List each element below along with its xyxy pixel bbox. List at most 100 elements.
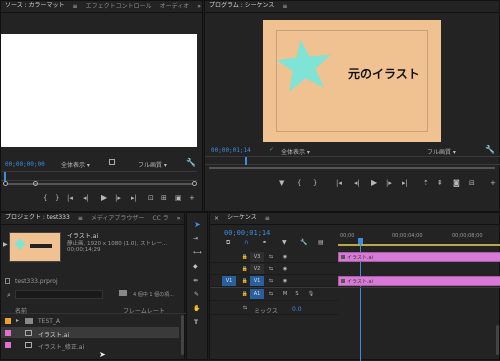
source-quality-dropdown[interactable]: フル画質 ▾ (138, 160, 167, 169)
tab-menu-icon[interactable]: ≡ (69, 1, 82, 12)
mix-value[interactable]: 0.0 (292, 306, 302, 313)
star-shape[interactable] (277, 36, 337, 96)
sync-lock-icon[interactable]: ⇆ (264, 264, 278, 274)
program-quality-dropdown[interactable]: フル画質 ▾ (427, 147, 456, 156)
go-to-in-icon[interactable]: |◂ (67, 194, 73, 203)
new-bin-icon[interactable] (119, 290, 127, 296)
mark-in-icon[interactable]: { (43, 194, 47, 203)
step-back-icon[interactable]: ◂| (83, 194, 89, 203)
list-item[interactable]: イラスト.ai (1, 327, 179, 339)
type-tool-icon[interactable]: T (194, 319, 198, 327)
comparison-icon[interactable]: ⊟ (469, 179, 475, 188)
source-fit-dropdown[interactable]: 全体表示 ▾ (61, 160, 90, 169)
eye-icon[interactable]: ◉ (278, 252, 292, 262)
solo-button[interactable]: S (290, 289, 304, 299)
slip-tool-icon[interactable]: ⇹ (193, 277, 198, 285)
step-forward-icon[interactable]: |▸ (386, 179, 392, 188)
zoom-handle-left[interactable] (3, 181, 8, 186)
tabs-overflow-icon[interactable]: » (173, 213, 184, 224)
program-zoom-bar[interactable] (209, 167, 495, 169)
source-playhead[interactable] (4, 172, 6, 181)
label-color-swatch[interactable] (5, 342, 11, 348)
insert-icon[interactable]: ⊡ (148, 194, 154, 203)
razor-tool-icon[interactable]: ◆ (193, 263, 198, 271)
hand-tool-icon[interactable]: ✋ (193, 305, 200, 313)
mark-in-icon[interactable]: { (297, 179, 301, 188)
microphone-icon[interactable]: 🎙 (304, 289, 318, 299)
tabs-overflow-icon[interactable]: » (193, 1, 202, 12)
step-back-icon[interactable]: ◂| (354, 179, 360, 188)
track-target[interactable]: V3 (250, 252, 264, 262)
go-to-in-icon[interactable]: |◂ (336, 179, 342, 188)
source-timecode[interactable]: 00;00;00;00 (5, 161, 45, 168)
tab-media-browser[interactable]: メディアブラウザー (87, 213, 149, 224)
sequence-timecode[interactable]: 00;00;01;14 (224, 229, 270, 237)
play-icon[interactable]: ▶ (101, 193, 107, 202)
track-target[interactable]: V1 (250, 276, 264, 286)
program-fit-dropdown[interactable]: 全体表示 ▾ (281, 147, 310, 156)
overwrite-icon[interactable]: ⊞ (161, 194, 167, 203)
eye-icon[interactable]: ◉ (278, 264, 292, 274)
snap-icon[interactable]: ∩ (244, 239, 248, 247)
track-select-tool-icon[interactable]: ⇥ (193, 235, 198, 243)
captions-icon[interactable]: ▤ (318, 239, 324, 247)
clip[interactable]: イラスト.ai (338, 252, 500, 262)
timeline-scrollbar[interactable] (496, 325, 499, 355)
add-button-icon[interactable]: + (490, 179, 496, 188)
tab-menu-icon[interactable]: ≡ (74, 213, 87, 224)
program-playhead[interactable] (245, 157, 247, 165)
track-target[interactable]: A1 (250, 289, 264, 299)
go-to-out-icon[interactable]: ▸| (402, 179, 408, 188)
wrench-icon[interactable]: 🔧 (186, 158, 196, 167)
sync-lock-icon[interactable]: ⇆ (264, 276, 278, 286)
checkmark-icon[interactable]: ✓ (269, 146, 274, 153)
add-marker-icon[interactable]: ▼ (282, 239, 287, 247)
close-tab-icon[interactable]: × (210, 213, 223, 224)
list-item[interactable]: イラスト_修正.ai (1, 339, 179, 351)
clip[interactable]: イラスト.ai (338, 276, 500, 286)
wrench-icon[interactable]: 🔧 (485, 145, 495, 154)
add-button-icon[interactable]: + (189, 194, 195, 203)
search-icon[interactable]: ⌕ (7, 291, 11, 300)
mark-out-icon[interactable]: } (55, 194, 59, 203)
tab-sequence[interactable]: シーケンス (223, 213, 261, 224)
mark-out-icon[interactable]: } (313, 179, 317, 188)
search-input[interactable] (15, 290, 103, 299)
ripple-edit-tool-icon[interactable]: ⟷ (193, 249, 202, 257)
tab-menu-icon[interactable]: ≡ (278, 1, 291, 12)
column-framerate[interactable]: フレームレート (123, 306, 165, 315)
extract-icon[interactable]: ⇞ (437, 179, 443, 188)
mix-lock-icon[interactable]: ⇆ (238, 303, 252, 313)
step-forward-icon[interactable]: |▸ (115, 194, 121, 203)
zoom-handle-right[interactable] (33, 181, 38, 186)
expand-triangle-icon[interactable]: ▸ (16, 317, 19, 324)
label-color-swatch[interactable] (5, 318, 11, 324)
source-patch-v1[interactable]: V1 (222, 276, 236, 286)
export-frame-icon[interactable]: ▣ (175, 194, 182, 203)
frame-title-text[interactable]: 元のイラスト (348, 65, 420, 82)
pen-tool-icon[interactable]: ✎ (194, 291, 199, 299)
label-color-swatch[interactable] (5, 330, 11, 336)
tab-effect-controls[interactable]: エフェクトコントロール (82, 1, 156, 12)
camera-icon[interactable]: ◙ (453, 179, 460, 188)
source-time-ruler[interactable] (1, 171, 197, 181)
sync-lock-icon[interactable]: ⇆ (264, 252, 278, 262)
program-time-ruler[interactable] (205, 156, 500, 165)
program-video-frame[interactable]: 元のイラスト (263, 20, 441, 142)
play-icon[interactable]: ▶ (371, 178, 377, 187)
column-name[interactable]: 名前 (15, 306, 27, 315)
tab-cc-libraries[interactable]: CC ラ (148, 213, 172, 224)
tab-source[interactable]: ソース : カラーマット (1, 1, 69, 12)
go-to-out-icon[interactable]: ▸| (131, 194, 137, 203)
timeline-settings-icon[interactable]: 🔧 (300, 239, 307, 247)
sync-lock-icon[interactable]: ⇆ (264, 289, 278, 299)
list-item[interactable]: ▸ TEST_A (1, 315, 179, 326)
tab-menu-icon[interactable]: ≡ (261, 213, 274, 224)
tab-audio[interactable]: オーディオ (156, 1, 194, 12)
nest-icon[interactable]: ⧉ (226, 239, 230, 247)
tab-program[interactable]: プログラム : シーケンス (205, 1, 278, 12)
zoom-handle-end[interactable] (192, 181, 197, 186)
play-preview-icon[interactable]: ▶ (3, 241, 8, 248)
project-scrollbar[interactable] (181, 315, 184, 355)
track-target[interactable]: V2 (250, 264, 264, 274)
